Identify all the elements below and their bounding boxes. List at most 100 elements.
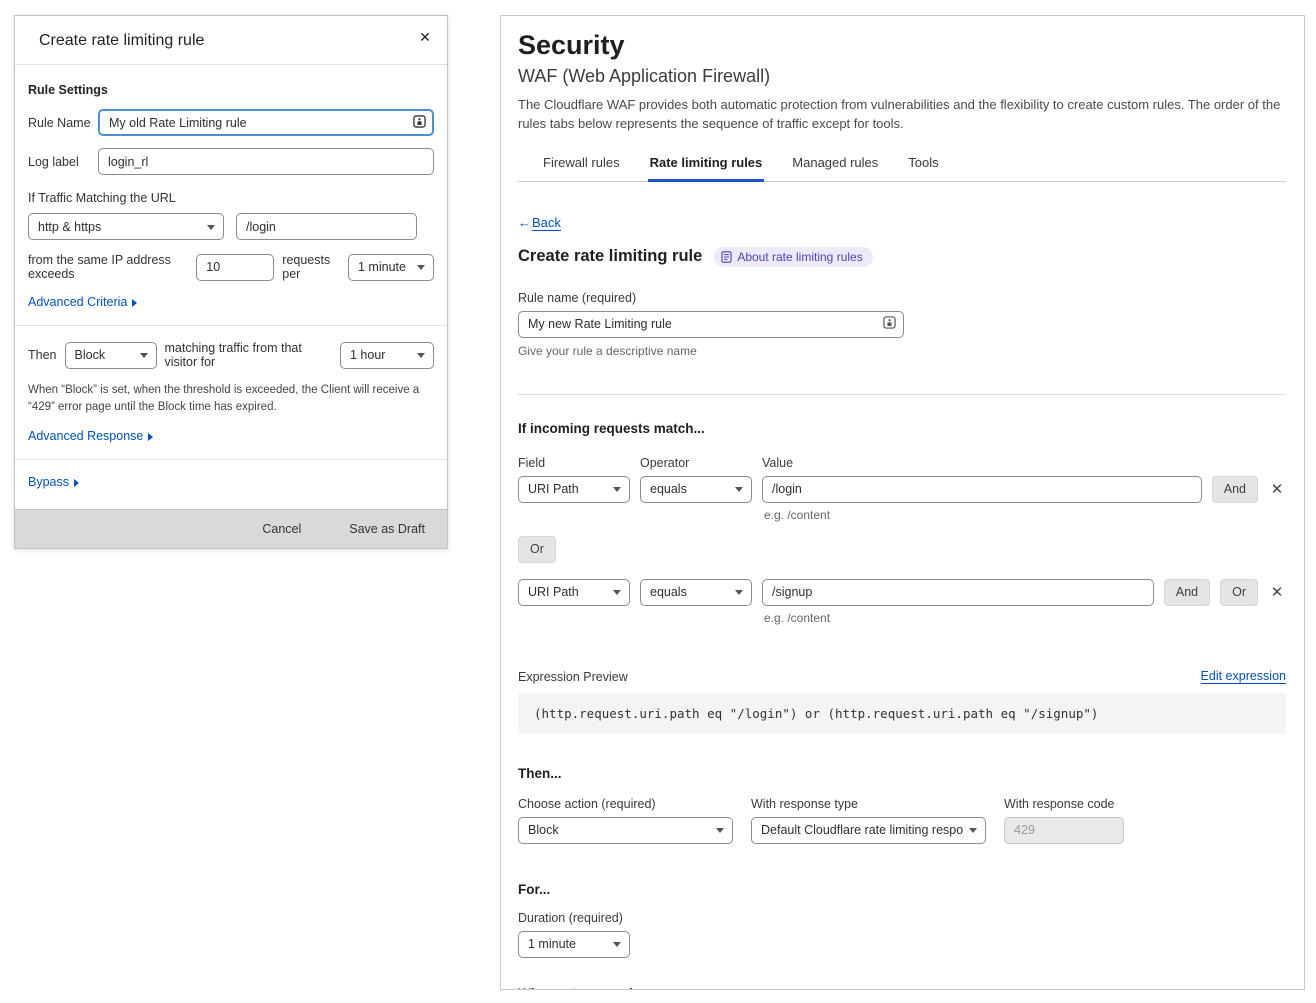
dropdown-caret-icon [613, 590, 621, 595]
log-label-label: Log label [28, 155, 98, 169]
tab-firewall-rules[interactable]: Firewall rules [541, 146, 622, 181]
expander-arrow-icon [148, 433, 153, 441]
then-heading: Then... [518, 766, 1286, 781]
url-pattern-input[interactable] [236, 213, 417, 240]
then-text: Then [28, 348, 57, 362]
save-as-draft-button[interactable]: Save as Draft [343, 521, 431, 537]
then-row: Then Block matching traffic from that vi… [28, 341, 434, 369]
close-icon[interactable] [416, 28, 434, 46]
response-type-select[interactable]: Default Cloudflare rate limiting respons… [751, 817, 986, 844]
page-description: The Cloudflare WAF provides both automat… [518, 96, 1286, 134]
tab-rate-limiting-rules[interactable]: Rate limiting rules [648, 146, 765, 181]
rule-settings-heading: Rule Settings [28, 83, 434, 97]
modal-body: Rule Settings Rule Name Log label If Tra… [15, 65, 447, 489]
modal-title: Create rate limiting rule [39, 32, 204, 49]
doc-icon [721, 251, 732, 263]
divider [518, 394, 1286, 395]
log-label-input[interactable] [98, 148, 434, 175]
value-hint: e.g. /content [764, 611, 1286, 625]
dropdown-caret-icon [417, 353, 425, 358]
rule-name-hint: Give your rule a descriptive name [518, 344, 1286, 358]
modal-footer: Cancel Save as Draft [15, 509, 447, 548]
and-button[interactable]: And [1212, 476, 1258, 503]
response-type-column: With response type Default Cloudflare ra… [751, 797, 986, 844]
form-heading: Create rate limiting rule [518, 247, 702, 266]
back-link[interactable]: Back [518, 215, 561, 231]
value-column-label: Value [762, 456, 874, 470]
scheme-select[interactable]: http & https [28, 213, 224, 240]
value-hint: e.g. /content [764, 508, 1286, 522]
dropdown-caret-icon [613, 942, 621, 947]
rule-name-label: Rule name (required) [518, 291, 1286, 305]
requests-input[interactable] [196, 254, 274, 281]
operator-select[interactable]: equals [640, 579, 752, 606]
choose-action-label: Choose action (required) [518, 797, 733, 811]
dropdown-caret-icon [969, 828, 977, 833]
expression-preview-label: Expression Preview [518, 670, 628, 684]
response-type-label: With response type [751, 797, 986, 811]
page-subtitle: WAF (Web Application Firewall) [518, 66, 1286, 87]
dropdown-caret-icon [613, 487, 621, 492]
advanced-criteria-link[interactable]: Advanced Criteria [28, 295, 137, 309]
operator-select[interactable]: equals [640, 476, 752, 503]
log-label-row: Log label [28, 148, 434, 175]
for-heading: For... [518, 882, 1286, 897]
about-rate-limiting-badge[interactable]: About rate limiting rules [714, 247, 872, 267]
url-match-row: http & https [28, 213, 434, 240]
cancel-button[interactable]: Cancel [256, 521, 307, 537]
period-select[interactable]: 1 minute [348, 254, 434, 281]
field-select[interactable]: URI Path [518, 476, 630, 503]
value-input[interactable] [762, 579, 1154, 606]
duration-label: Duration (required) [518, 911, 1286, 925]
dropdown-caret-icon [735, 590, 743, 595]
rule-name-input[interactable] [98, 109, 434, 136]
block-note-text: When “Block” is set, when the threshold … [28, 382, 434, 415]
response-code-label: With response code [1004, 797, 1124, 811]
action-select[interactable]: Block [65, 342, 157, 369]
dropdown-caret-icon [417, 265, 425, 270]
field-column-label: Field [518, 456, 630, 470]
dropdown-caret-icon [140, 353, 148, 358]
divider [15, 325, 447, 326]
operator-column-label: Operator [640, 456, 752, 470]
block-duration-select[interactable]: 1 hour [340, 342, 434, 369]
rate-exceeds-heading: When rate exceeds... [518, 986, 1286, 990]
and-button[interactable]: And [1164, 579, 1210, 606]
threshold-row: from the same IP address exceeds request… [28, 253, 434, 281]
autofill-icon [883, 316, 896, 332]
or-connector-button[interactable]: Or [518, 536, 556, 563]
value-input[interactable] [762, 476, 1202, 503]
action-select[interactable]: Block [518, 817, 733, 844]
rule-name-label: Rule Name [28, 116, 98, 130]
security-waf-panel: Security WAF (Web Application Firewall) … [500, 15, 1305, 990]
remove-condition-icon[interactable] [1268, 579, 1286, 606]
response-code-column: With response code [1004, 797, 1124, 844]
matching-traffic-text: matching traffic from that visitor for [165, 341, 333, 369]
advanced-response-link[interactable]: Advanced Response [28, 429, 153, 443]
bypass-link[interactable]: Bypass [28, 475, 79, 489]
traffic-matching-heading: If Traffic Matching the URL [28, 191, 434, 205]
exceeds-prefix-text: from the same IP address exceeds [28, 253, 188, 281]
back-arrow-icon [518, 215, 532, 230]
remove-condition-icon[interactable] [1268, 476, 1286, 503]
rule-name-row: Rule Name [28, 109, 434, 136]
dropdown-caret-icon [207, 225, 215, 230]
divider [15, 459, 447, 460]
rule-name-input[interactable] [518, 311, 904, 338]
modal-header: Create rate limiting rule [15, 16, 447, 65]
condition-row: URI Path equals And [518, 476, 1286, 503]
tab-tools[interactable]: Tools [906, 146, 940, 181]
condition-row: URI Path equals And Or [518, 579, 1286, 606]
dropdown-caret-icon [735, 487, 743, 492]
or-button[interactable]: Or [1220, 579, 1258, 606]
field-select[interactable]: URI Path [518, 579, 630, 606]
expander-arrow-icon [74, 479, 79, 487]
tab-managed-rules[interactable]: Managed rules [790, 146, 880, 181]
expander-arrow-icon [132, 299, 137, 307]
expression-preview-code: (http.request.uri.path eq "/login") or (… [518, 693, 1286, 734]
waf-tabs: Firewall rules Rate limiting rules Manag… [518, 146, 1286, 182]
response-code-input [1004, 817, 1124, 844]
duration-select[interactable]: 1 minute [518, 931, 630, 958]
edit-expression-link[interactable]: Edit expression [1201, 669, 1286, 684]
action-column: Choose action (required) Block [518, 797, 733, 844]
